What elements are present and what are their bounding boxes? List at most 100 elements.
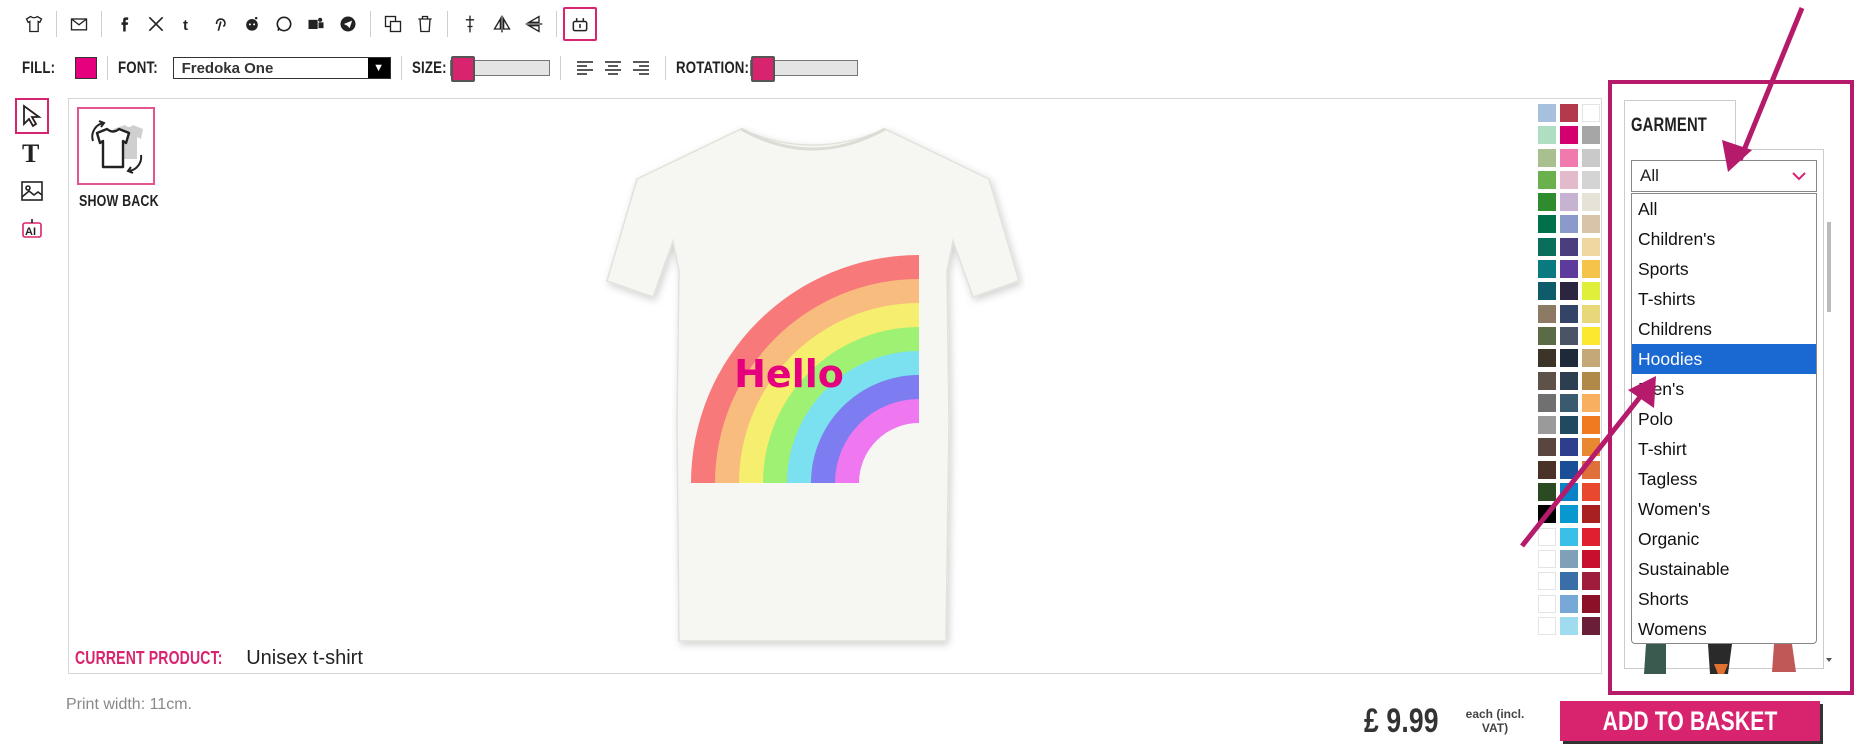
align-center-icon[interactable] (599, 60, 627, 76)
color-swatch[interactable] (1538, 282, 1556, 301)
size-slider[interactable] (450, 56, 551, 82)
color-swatch[interactable] (1582, 572, 1600, 591)
pinterest-icon[interactable] (204, 8, 236, 40)
garment-option[interactable]: Men's (1632, 374, 1816, 404)
color-swatch[interactable] (1538, 416, 1556, 435)
delete-icon[interactable] (409, 8, 441, 40)
color-swatch[interactable] (1560, 148, 1578, 167)
color-swatch[interactable] (1560, 438, 1578, 457)
color-swatch[interactable] (1582, 215, 1600, 234)
garment-option[interactable]: Polo (1632, 404, 1816, 434)
color-swatch[interactable] (1582, 193, 1600, 212)
color-swatch[interactable] (1560, 505, 1578, 524)
color-swatch[interactable] (1582, 282, 1600, 301)
ai-tool-icon[interactable]: AI (15, 210, 49, 248)
tshirt-mockup[interactable]: Hello (601, 121, 1025, 651)
color-swatch[interactable] (1582, 549, 1600, 568)
color-swatch[interactable] (1582, 371, 1600, 390)
color-swatch[interactable] (1538, 371, 1556, 390)
color-swatch[interactable] (1582, 416, 1600, 435)
design-canvas[interactable]: SHOW BACK Hello CURRENT PRODUCT: Unisex … (68, 98, 1602, 674)
chevron-down-icon[interactable] (1790, 167, 1808, 185)
color-swatch[interactable] (1560, 215, 1578, 234)
color-swatch[interactable] (1538, 237, 1556, 256)
select-tool-icon[interactable] (15, 98, 49, 134)
color-swatch[interactable] (1582, 505, 1600, 524)
color-swatch[interactable] (1560, 549, 1578, 568)
rotation-slider[interactable] (749, 56, 858, 82)
color-swatch[interactable] (1582, 170, 1600, 189)
whatsapp-icon[interactable] (268, 8, 300, 40)
color-swatch[interactable] (1538, 304, 1556, 323)
color-swatch[interactable] (1538, 505, 1556, 524)
color-swatch[interactable] (1582, 260, 1600, 279)
color-swatch[interactable] (1560, 616, 1578, 635)
garment-option[interactable]: T-shirts (1632, 284, 1816, 314)
garment-scrollbar[interactable] (1824, 192, 1834, 667)
tab-garment[interactable]: GARMENT (1624, 100, 1736, 150)
center-icon[interactable] (454, 8, 486, 40)
color-swatch[interactable] (1538, 549, 1556, 568)
color-swatch[interactable] (1538, 126, 1556, 145)
color-swatch[interactable] (1538, 349, 1556, 368)
color-swatch[interactable] (1538, 572, 1556, 591)
color-swatch[interactable] (1538, 215, 1556, 234)
garment-option[interactable]: Tagless (1632, 464, 1816, 494)
reddit-icon[interactable] (236, 8, 268, 40)
color-swatch[interactable] (1560, 304, 1578, 323)
size-slider-thumb[interactable] (451, 56, 476, 82)
align-right-icon[interactable] (627, 60, 655, 76)
garment-option[interactable]: Sustainable (1632, 554, 1816, 584)
garment-option[interactable]: Women's (1632, 494, 1816, 524)
color-swatch[interactable] (1560, 260, 1578, 279)
garment-option[interactable]: Shorts (1632, 584, 1816, 614)
text-tool-icon[interactable]: T (15, 134, 49, 172)
color-swatch[interactable] (1538, 170, 1556, 189)
color-swatch[interactable] (1560, 170, 1578, 189)
color-swatch[interactable] (1560, 349, 1578, 368)
color-swatch[interactable] (1560, 594, 1578, 613)
color-swatch[interactable] (1560, 393, 1578, 412)
snap-icon[interactable] (563, 7, 597, 41)
image-tool-icon[interactable] (15, 172, 49, 210)
color-swatch[interactable] (1538, 483, 1556, 502)
color-swatch[interactable] (1560, 416, 1578, 435)
color-swatch[interactable] (1582, 304, 1600, 323)
color-swatch[interactable] (1560, 326, 1578, 345)
color-swatch[interactable] (1560, 237, 1578, 256)
color-swatch[interactable] (1582, 326, 1600, 345)
color-swatch[interactable] (1538, 438, 1556, 457)
font-select[interactable]: Fredoka One ▼ (172, 57, 391, 79)
tshirt-icon[interactable] (18, 8, 50, 40)
add-to-basket-button[interactable]: ADD TO BASKET (1560, 701, 1820, 741)
teams-icon[interactable] (300, 8, 332, 40)
flip-horizontal-icon[interactable] (486, 8, 518, 40)
tumblr-icon[interactable]: t (172, 8, 204, 40)
color-swatch[interactable] (1538, 148, 1556, 167)
garment-option[interactable]: Organic (1632, 524, 1816, 554)
color-swatch[interactable] (1560, 282, 1578, 301)
color-swatch[interactable] (1538, 260, 1556, 279)
color-swatch[interactable] (1582, 148, 1600, 167)
color-swatch[interactable] (1560, 371, 1578, 390)
color-swatch[interactable] (1538, 594, 1556, 613)
garment-thumbnails[interactable] (1632, 644, 1822, 678)
garment-option[interactable]: Womens (1632, 614, 1816, 643)
color-swatch[interactable] (1538, 527, 1556, 546)
color-swatch[interactable] (1560, 483, 1578, 502)
align-left-icon[interactable] (571, 60, 599, 76)
color-swatch[interactable] (1582, 594, 1600, 613)
color-swatch[interactable] (1560, 104, 1578, 122)
color-swatch[interactable] (1538, 326, 1556, 345)
facebook-icon[interactable] (108, 8, 140, 40)
color-swatch[interactable] (1538, 193, 1556, 212)
chevron-down-icon[interactable]: ▼ (367, 58, 390, 78)
color-swatch[interactable] (1560, 572, 1578, 591)
design-text[interactable]: Hello (734, 352, 844, 396)
show-back-button[interactable] (77, 107, 155, 185)
rotation-slider-thumb[interactable] (750, 56, 775, 82)
color-swatch[interactable] (1538, 616, 1556, 635)
color-swatch[interactable] (1538, 393, 1556, 412)
garment-option[interactable]: Hoodies (1632, 344, 1816, 374)
color-swatch[interactable] (1538, 460, 1556, 479)
